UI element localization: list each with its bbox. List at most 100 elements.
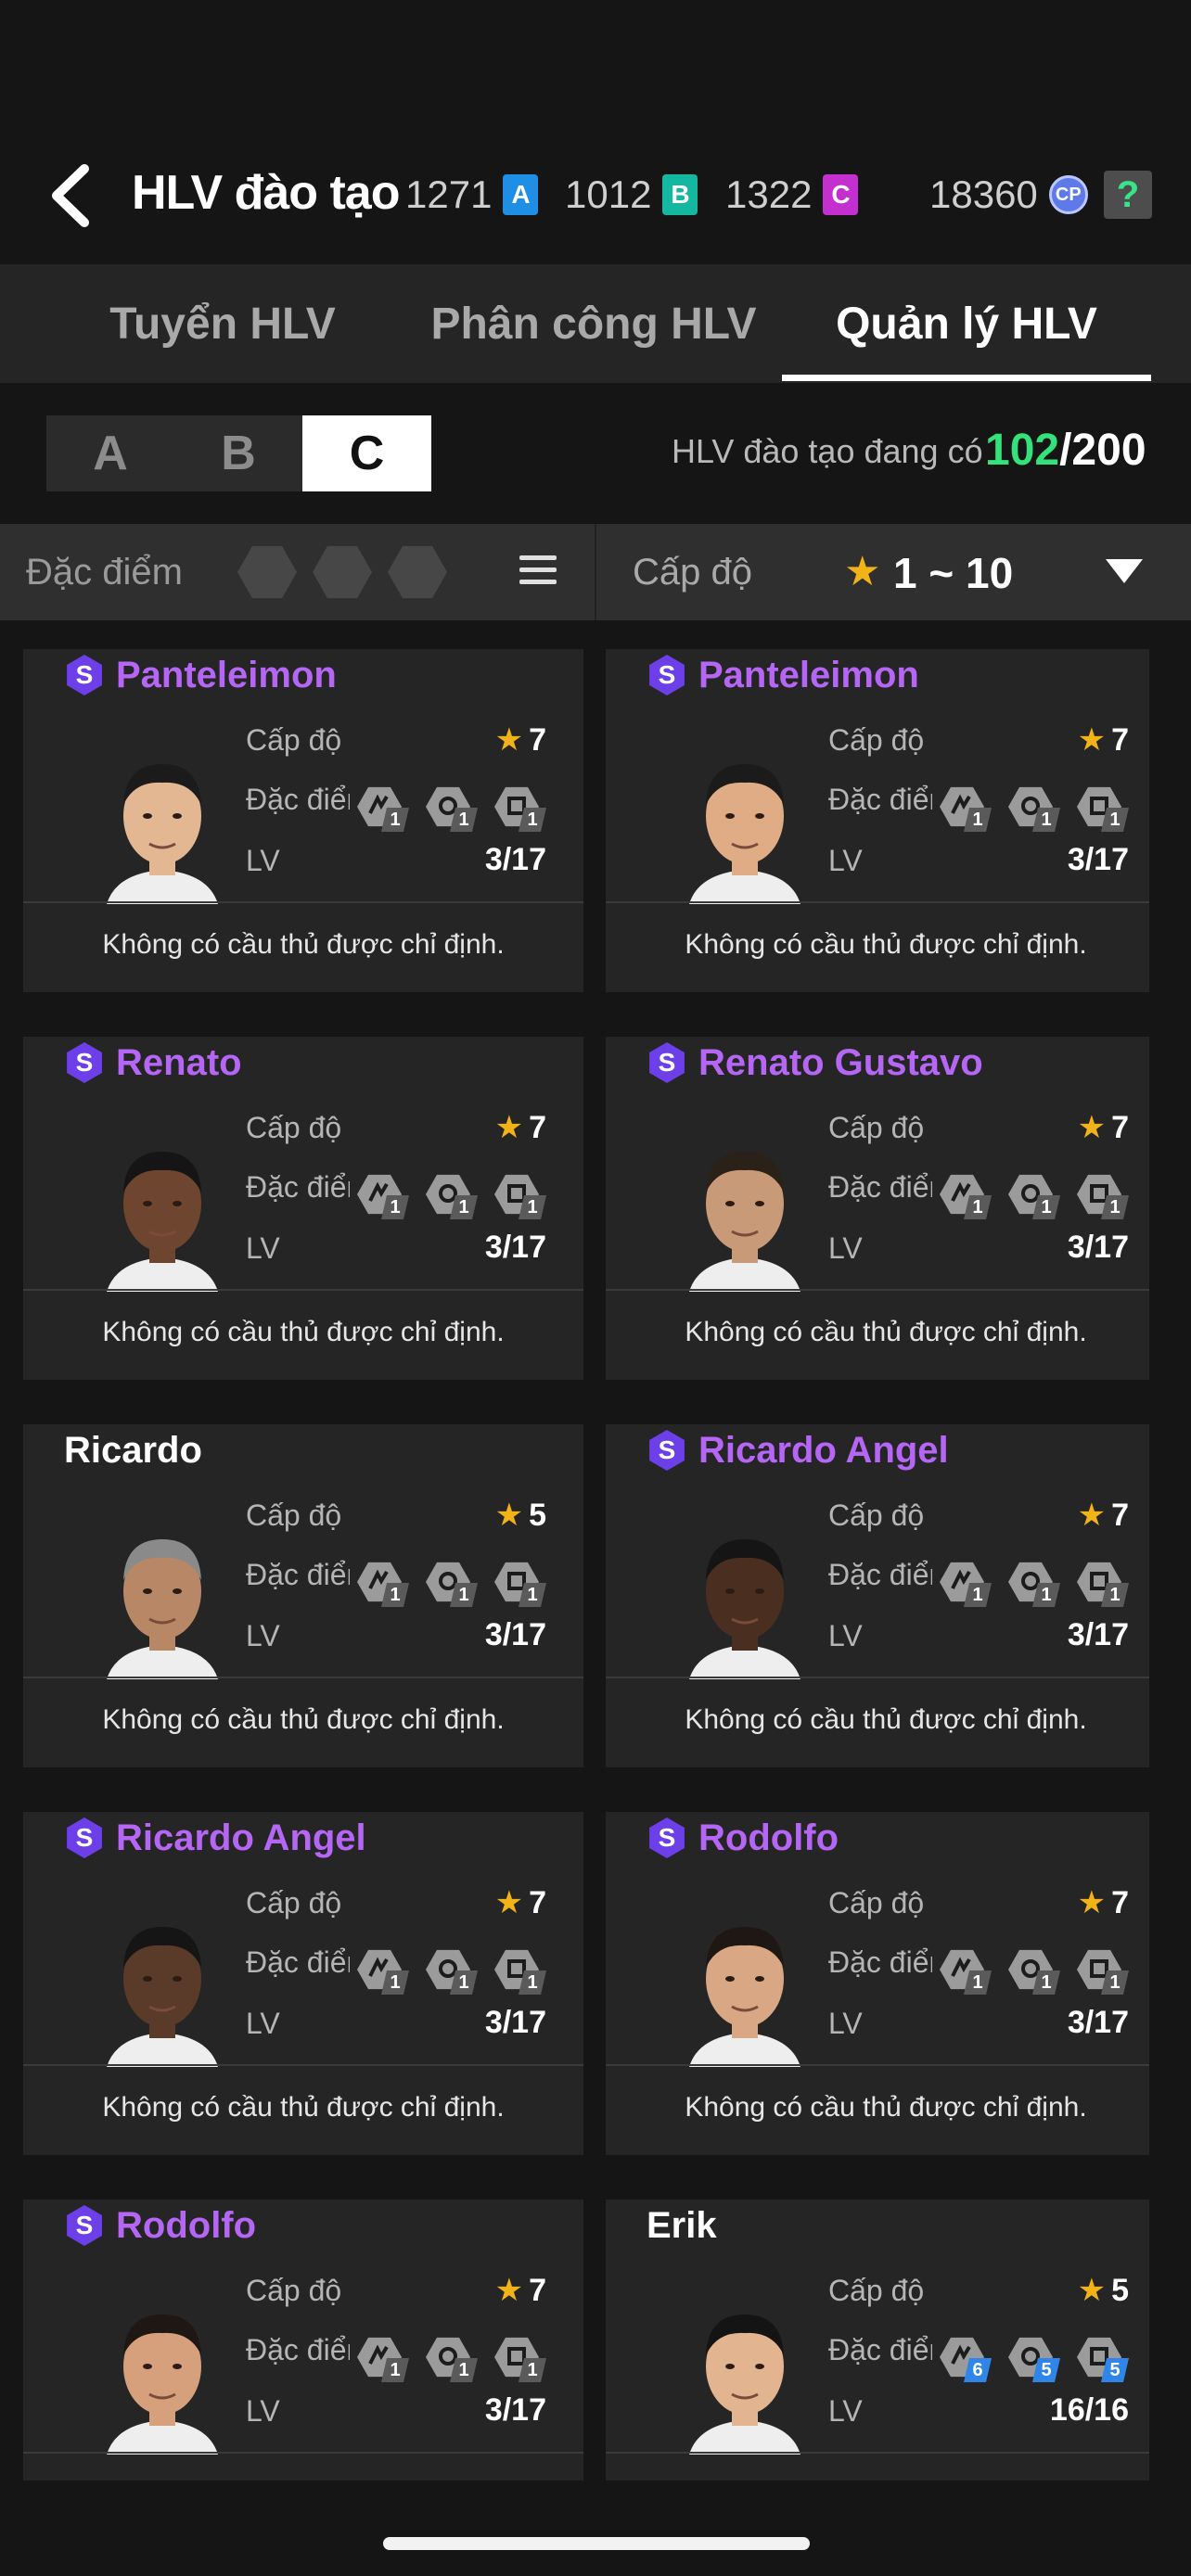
level-label: Cấp độ [828,1498,925,1532]
back-button[interactable] [37,163,102,228]
coach-name: Panteleimon [116,654,337,695]
assigned-player-status: Không có cầu thủ được chỉ định. [102,1704,505,1735]
coach-count-max: /200 [1059,426,1146,475]
coach-card[interactable]: S Panteleimon Cấp độ ★7 Đặc điểm 1 [23,649,583,992]
traits-label: Đặc điểm [246,783,350,816]
coach-name-row: Ricardo [64,1424,202,1476]
coach-name-row: S Ricardo Angel [64,1812,366,1864]
level-label: Cấp độ [246,1111,342,1144]
coach-card[interactable]: S Renato Gustavo Cấp độ ★7 Đặc điểm [606,1037,1149,1380]
trait-icon: 1 [1077,1945,1134,1996]
grade-b-button[interactable]: B [174,415,302,491]
traits-label: Đặc điểm [828,1945,932,1979]
star-icon: ★ [494,1885,524,1920]
dropdown-arrow-icon[interactable] [1106,559,1143,583]
coach-name-row: S Renato [64,1037,242,1089]
trait-icon: 1 [1077,782,1134,834]
coach-portrait [97,1526,227,1679]
coach-card[interactable]: Erik Cấp độ ★5 Đặc điểm 6 [606,2200,1149,2480]
trait-icon: 1 [357,1169,415,1221]
trait-list: 6 5 5 [940,2332,1134,2384]
coach-portrait [680,1914,810,2067]
lv-label: LV [246,2007,280,2040]
trait-filter[interactable]: Đặc điểm c [0,524,594,620]
trait-slot-icon[interactable] [313,545,372,599]
trait-icon: 1 [357,1945,415,1996]
lv-label: LV [246,1231,280,1265]
assigned-player-status [23,2454,583,2480]
currency-a: 1271 A [405,172,539,217]
coach-portrait [97,751,227,904]
grade-a-button[interactable]: A [46,415,174,491]
tab-recruit-coach[interactable]: Tuyển HLV [56,264,390,383]
trait-icon: 1 [1077,1169,1134,1221]
currency-cp: 18360 CP [929,172,1088,217]
coach-card[interactable]: S Panteleimon Cấp độ ★7 Đặc điểm 1 [606,649,1149,992]
lv-label: LV [828,2394,863,2428]
coach-name: Erik [647,2204,717,2246]
trait-icon: 5 [1077,2332,1134,2384]
trait-icon: 1 [494,1945,552,1996]
level-label: Cấp độ [246,2274,342,2307]
coach-card[interactable]: S Rodolfo Cấp độ ★7 Đặc điểm 1 [23,2200,583,2480]
coach-name: Ricardo Angel [116,1817,366,1858]
coach-name: Rodolfo [698,1817,839,1858]
coach-level: ★ 7 [1077,1498,1129,1533]
trait-icon: 1 [940,1945,997,1996]
assigned-player-status: Không có cầu thủ được chỉ định. [685,929,1087,960]
level-label: Cấp độ [828,1886,925,1919]
coach-level: ★ 5 [1077,2273,1129,2308]
coach-name: Ricardo Angel [698,1429,949,1471]
coach-card[interactable]: Ricardo Cấp độ ★5 Đặc điểm 1 [23,1424,583,1767]
home-indicator[interactable] [383,2537,810,2550]
coach-count: 102/200 [985,425,1146,476]
tab-assign-coach[interactable]: Phân công HLV [408,264,779,383]
assigned-player-status [606,2454,1149,2480]
active-tab-indicator [782,375,1151,381]
trait-list: 1 1 1 [940,1169,1134,1221]
trait-list: 1 1 1 [357,1169,552,1221]
trait-slot-icon[interactable] [388,545,447,599]
grade-selector: A B C [46,415,431,491]
assigned-player-status: Không có cầu thủ được chỉ định. [102,1317,505,1347]
chevron-left-icon [52,164,89,227]
level-label: Cấp độ [246,1498,342,1532]
lv-label: LV [246,844,280,877]
trait-filter-label: Đặc điểm c [26,552,191,593]
trait-list: 1 1 1 [357,2332,552,2384]
currency-b: 1012 B [565,172,698,217]
coach-count-current: 102 [985,426,1060,475]
level-label: Cấp độ [246,1886,342,1919]
trait-icon: 1 [357,2332,415,2384]
special-s-icon: S [649,1430,685,1471]
coach-card[interactable]: S Ricardo Angel Cấp độ ★7 Đặc điểm [23,1812,583,2155]
lv-label: LV [246,2394,280,2428]
filter-divider [595,524,596,620]
currency-c: 1322 C [725,172,859,217]
trait-slot-icon[interactable] [237,545,297,599]
coach-card[interactable]: S Rodolfo Cấp độ ★7 Đặc điểm 1 [606,1812,1149,2155]
coach-portrait [97,1139,227,1292]
lv-label: LV [828,1231,863,1265]
level-filter-label: Cấp độ [633,552,752,593]
level-filter-range[interactable]: 1 ~ 10 [893,548,1013,598]
grade-c-button[interactable]: C [302,415,431,491]
tab-bar: Tuyển HLV Phân công HLV Quản lý HLV [0,264,1191,383]
coach-a-icon: A [503,174,539,215]
trait-icon: 1 [940,1557,997,1609]
coach-card[interactable]: S Ricardo Angel Cấp độ ★7 Đặc điểm [606,1424,1149,1767]
special-s-icon: S [67,655,102,695]
help-button[interactable]: ? [1104,171,1152,219]
trait-icon: 1 [494,1557,552,1609]
coach-level: ★ 7 [494,2273,546,2308]
coach-lv: 3/17 [484,842,546,877]
coach-card[interactable]: S Renato Cấp độ ★7 Đặc điểm 1 [23,1037,583,1380]
coach-name-row: S Rodolfo [647,1812,839,1864]
tab-manage-coach[interactable]: Quản lý HLV [782,264,1151,383]
coach-name-row: S Rodolfo [64,2200,256,2251]
menu-icon[interactable] [519,555,557,589]
coach-lv: 16/16 [1049,2392,1129,2428]
trait-icon: 1 [357,782,415,834]
coach-card-grid: S Panteleimon Cấp độ ★7 Đặc điểm 1 [23,649,1149,2480]
level-label: Cấp độ [828,723,925,757]
